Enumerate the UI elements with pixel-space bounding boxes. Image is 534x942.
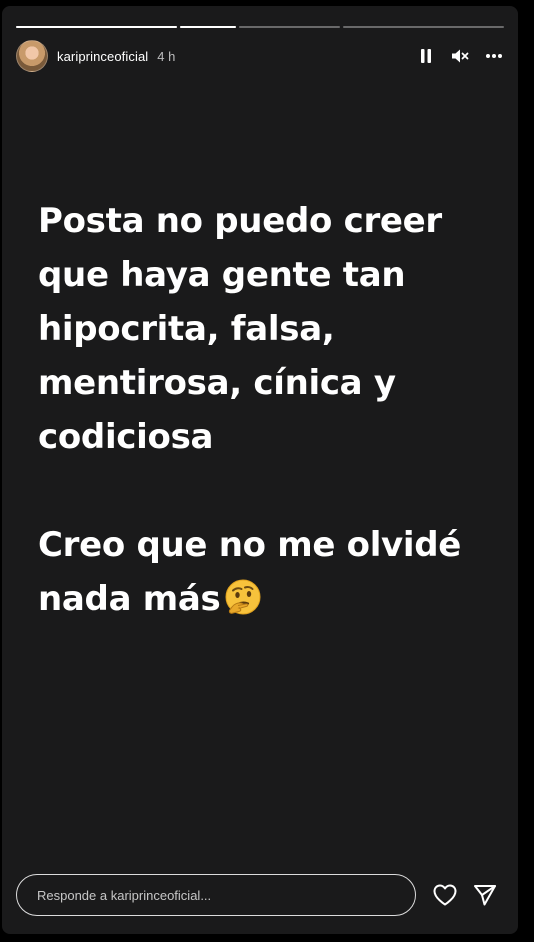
more-options-icon[interactable]: [484, 46, 504, 66]
send-icon[interactable]: [471, 881, 499, 909]
story-progress-bar: [16, 26, 504, 28]
reply-input[interactable]: [16, 874, 416, 916]
reply-bar: [16, 873, 504, 917]
progress-segment: [343, 26, 504, 28]
story-paragraph: Posta no puedo creer que haya gente tan …: [38, 201, 442, 457]
heart-icon[interactable]: [431, 881, 459, 909]
story-card[interactable]: kariprinceoficial 4 h Posta no puedo cre…: [2, 6, 518, 934]
progress-fill: [179, 26, 236, 28]
pause-icon[interactable]: [416, 46, 436, 66]
story-text: Posta no puedo creer que haya gente tan …: [38, 194, 498, 632]
progress-segment: [179, 26, 236, 28]
story-paragraph-with-emoji: Creo que no me olvidé nada más: [38, 518, 498, 632]
story-header: kariprinceoficial 4 h: [16, 39, 504, 73]
thinking-face-icon: [224, 578, 262, 632]
post-time: 4 h: [157, 48, 176, 64]
progress-fill: [16, 26, 177, 28]
muted-speaker-icon[interactable]: [450, 46, 470, 66]
progress-segment: [238, 26, 340, 28]
avatar[interactable]: [16, 40, 48, 72]
story-controls: [416, 46, 504, 66]
progress-segment: [16, 26, 177, 28]
username[interactable]: kariprinceoficial: [57, 49, 148, 64]
story-viewer-frame: kariprinceoficial 4 h Posta no puedo cre…: [0, 0, 534, 942]
